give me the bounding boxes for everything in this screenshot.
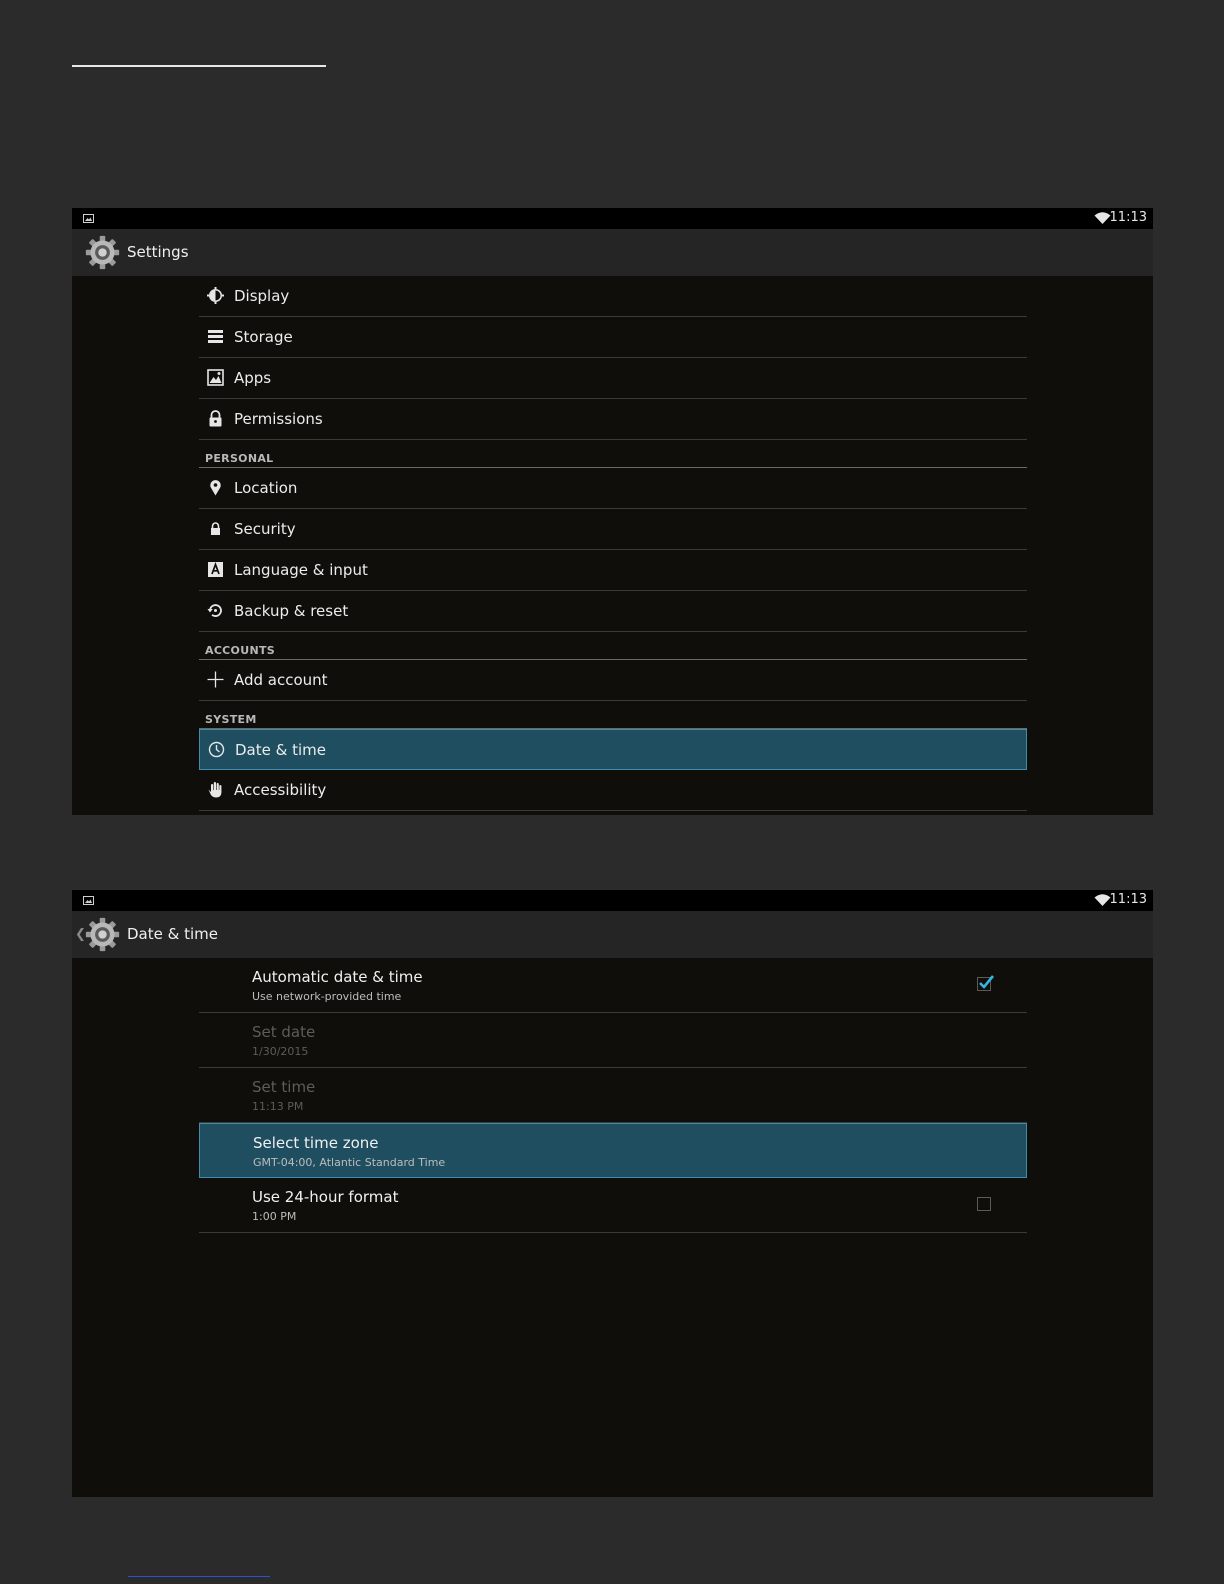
wifi-icon bbox=[1094, 212, 1111, 224]
row-subtitle: 1/30/2015 bbox=[252, 1045, 309, 1058]
section-header-system: SYSTEM bbox=[199, 701, 1027, 729]
wifi-icon bbox=[1094, 894, 1111, 906]
action-bar: Settings bbox=[72, 229, 1153, 276]
hand-icon bbox=[208, 782, 222, 798]
status-bar: 11:13 bbox=[72, 890, 1153, 911]
clock-icon bbox=[208, 741, 225, 758]
set-time-row[interactable]: Set time 11:13 PM bbox=[199, 1068, 1027, 1123]
automatic-date-time-checkbox[interactable] bbox=[977, 975, 995, 991]
select-time-zone-row[interactable]: Select time zone GMT-04:00, Atlantic Sta… bbox=[199, 1123, 1027, 1178]
page-title: Date & time bbox=[127, 925, 218, 943]
date-time-list: Automatic date & time Use network-provid… bbox=[199, 958, 1027, 1233]
location-pin-icon bbox=[210, 480, 221, 496]
settings-item-apps[interactable]: Apps bbox=[199, 358, 1027, 399]
settings-screen: 11:13 Settings Display Storage Apps Perm… bbox=[72, 208, 1153, 815]
settings-item-label: Permissions bbox=[234, 410, 323, 428]
automatic-date-time-row[interactable]: Automatic date & time Use network-provid… bbox=[199, 958, 1027, 1013]
settings-item-permissions[interactable]: Permissions bbox=[199, 399, 1027, 440]
settings-item-label: Add account bbox=[234, 671, 328, 689]
settings-item-label: Date & time bbox=[235, 741, 326, 759]
settings-item-accessibility[interactable]: Accessibility bbox=[199, 770, 1027, 811]
settings-item-date-time[interactable]: Date & time bbox=[199, 729, 1027, 770]
action-bar[interactable]: ❮ Date & time bbox=[72, 911, 1153, 958]
use-24-hour-format-checkbox[interactable] bbox=[977, 1197, 991, 1211]
row-title: Automatic date & time bbox=[252, 968, 423, 986]
status-clock: 11:13 bbox=[1109, 210, 1147, 225]
settings-gear-icon[interactable] bbox=[84, 916, 121, 953]
settings-item-label: Language & input bbox=[234, 561, 368, 579]
settings-item-display[interactable]: Display bbox=[199, 276, 1027, 317]
row-title: Set time bbox=[252, 1078, 316, 1096]
restore-icon bbox=[207, 604, 222, 617]
settings-gear-icon[interactable] bbox=[84, 234, 121, 271]
section-header-personal: PERSONAL bbox=[199, 440, 1027, 468]
keyboard-a-icon bbox=[208, 562, 223, 577]
image-notification-icon bbox=[83, 896, 94, 905]
use-24-hour-format-row[interactable]: Use 24-hour format 1:00 PM bbox=[199, 1178, 1027, 1233]
settings-item-location[interactable]: Location bbox=[199, 468, 1027, 509]
settings-item-security[interactable]: Security bbox=[199, 509, 1027, 550]
settings-item-add-account[interactable]: Add account bbox=[199, 660, 1027, 701]
row-subtitle: 11:13 PM bbox=[252, 1100, 304, 1113]
row-title: Select time zone bbox=[253, 1134, 379, 1152]
lock-icon bbox=[209, 410, 222, 427]
settings-item-label: Backup & reset bbox=[234, 602, 349, 620]
status-clock: 11:13 bbox=[1109, 892, 1147, 907]
settings-item-label: Display bbox=[234, 287, 290, 305]
row-subtitle: Use network-provided time bbox=[252, 990, 402, 1003]
lock-icon bbox=[211, 522, 220, 535]
top-rule bbox=[72, 65, 326, 67]
settings-item-language-input[interactable]: Language & input bbox=[199, 550, 1027, 591]
apps-icon bbox=[207, 369, 224, 386]
section-header-accounts: ACCOUNTS bbox=[199, 632, 1027, 660]
row-title: Use 24-hour format bbox=[252, 1188, 399, 1206]
settings-item-storage[interactable]: Storage bbox=[199, 317, 1027, 358]
row-title: Set date bbox=[252, 1023, 316, 1041]
section-label: ACCOUNTS bbox=[205, 644, 275, 657]
set-date-row[interactable]: Set date 1/30/2015 bbox=[199, 1013, 1027, 1068]
status-bar: 11:13 bbox=[72, 208, 1153, 229]
image-notification-icon bbox=[83, 214, 94, 223]
row-subtitle: 1:00 PM bbox=[252, 1210, 297, 1223]
storage-icon bbox=[208, 330, 223, 343]
page-title: Settings bbox=[127, 243, 189, 261]
settings-item-label: Security bbox=[234, 520, 296, 538]
section-label: PERSONAL bbox=[205, 452, 274, 465]
footer-link-underline bbox=[128, 1576, 270, 1577]
settings-item-backup-reset[interactable]: Backup & reset bbox=[199, 591, 1027, 632]
checkmark-icon bbox=[979, 975, 995, 989]
settings-item-label: Accessibility bbox=[234, 781, 327, 799]
section-label: SYSTEM bbox=[205, 713, 257, 726]
plus-icon bbox=[207, 671, 224, 688]
row-subtitle: GMT-04:00, Atlantic Standard Time bbox=[253, 1156, 446, 1169]
settings-item-label: Storage bbox=[234, 328, 293, 346]
settings-item-label: Location bbox=[234, 479, 298, 497]
date-time-screen: 11:13 ❮ Date & time Automatic date & tim… bbox=[72, 890, 1153, 1497]
brightness-icon bbox=[207, 287, 224, 304]
settings-list: Display Storage Apps Permissions PERSONA… bbox=[199, 276, 1027, 811]
settings-item-label: Apps bbox=[234, 369, 272, 387]
